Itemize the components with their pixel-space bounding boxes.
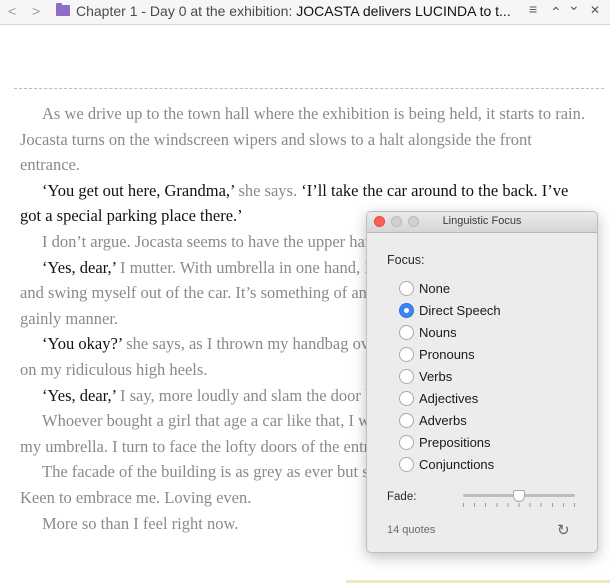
radio-button[interactable]	[399, 457, 414, 472]
page-divider	[14, 88, 604, 89]
fade-slider[interactable]	[463, 490, 575, 508]
close-icon[interactable]: ✕	[590, 3, 600, 17]
focus-option-label: Pronouns	[419, 347, 475, 362]
direct-speech: ‘Yes, dear,’	[42, 257, 116, 277]
focus-option-label: Adverbs	[419, 413, 467, 428]
direct-speech: ‘You okay?’	[42, 334, 123, 354]
linguistic-focus-panel: Linguistic Focus Focus: None Direct Speec…	[366, 211, 598, 553]
radio-button[interactable]	[399, 325, 414, 340]
focus-option-label: Nouns	[419, 325, 457, 340]
refresh-icon[interactable]: ↻	[557, 521, 570, 539]
fade-label: Fade:	[387, 491, 417, 503]
focus-option-label: None	[419, 281, 451, 296]
editor-header-bar: < > Chapter 1 - Day 0 at the exhibition:…	[0, 0, 610, 25]
forward-button[interactable]: >	[32, 3, 40, 19]
fade-slider-thumb[interactable]	[513, 490, 525, 502]
fade-slider-ticks	[463, 503, 575, 507]
paragraph: As we drive up to the town hall where th…	[20, 101, 586, 178]
radio-button[interactable]	[399, 413, 414, 428]
focus-option-label: Verbs	[419, 369, 453, 384]
focus-option-label: Prepositions	[419, 435, 491, 450]
document-title-prefix: Chapter 1 - Day 0 at the exhibition:	[76, 3, 297, 19]
quotes-count: 14 quotes	[387, 524, 436, 536]
radio-button[interactable]	[399, 303, 414, 318]
back-button[interactable]: <	[8, 3, 16, 19]
radio-button[interactable]	[399, 391, 414, 406]
narration: More so than I feel right now.	[42, 513, 239, 533]
document-title-synopsis: JOCASTA delivers LUCINDA to t...	[296, 3, 511, 19]
menu-icon[interactable]: ≡	[529, 1, 537, 17]
panel-title: Linguistic Focus	[442, 215, 522, 227]
previous-document-button[interactable]: ⌃	[550, 4, 562, 21]
radio-button[interactable]	[399, 347, 414, 362]
folder-icon	[56, 3, 70, 16]
focus-option-label: Conjunctions	[419, 457, 495, 472]
direct-speech: ‘You get out here, Grandma,’	[42, 180, 235, 200]
narration: As we drive up to the town hall where th…	[20, 104, 586, 175]
focus-label: Focus:	[387, 253, 425, 267]
next-document-button[interactable]: ⌄	[568, 0, 580, 14]
direct-speech: ‘Yes, dear,’	[42, 385, 116, 405]
radio-button[interactable]	[399, 369, 414, 384]
focus-option-label: Direct Speech	[419, 303, 501, 318]
narration: she says.	[234, 180, 302, 200]
panel-titlebar: Linguistic Focus	[367, 212, 597, 233]
focus-option-label: Adjectives	[419, 391, 479, 406]
radio-button[interactable]	[399, 435, 414, 450]
document-title[interactable]: Chapter 1 - Day 0 at the exhibition: JOC…	[76, 3, 524, 19]
radio-button[interactable]	[399, 281, 414, 296]
